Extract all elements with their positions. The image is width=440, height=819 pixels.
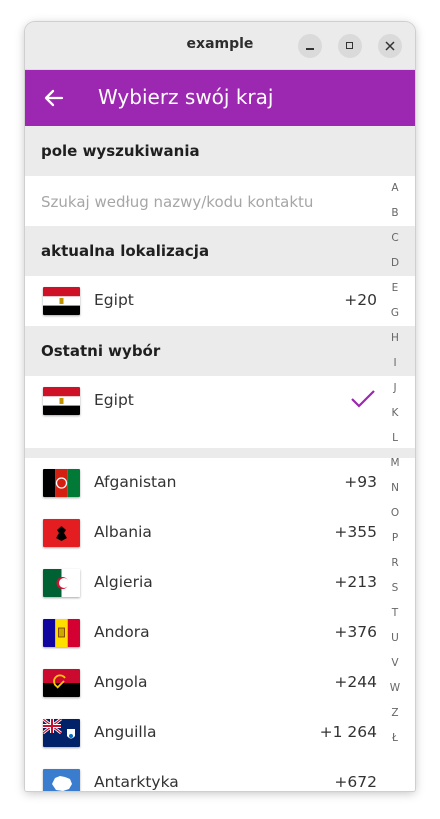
back-arrow-icon[interactable] [43, 87, 65, 109]
current-location-row[interactable]: Egipt +20 [25, 276, 415, 326]
flag-albania-icon [43, 519, 80, 547]
alphabet-letter[interactable]: V [385, 656, 405, 681]
alphabet-letter[interactable]: Ł [385, 731, 405, 756]
alphabet-letter[interactable]: J [385, 381, 405, 406]
alphabet-letter[interactable]: H [385, 331, 405, 356]
current-location-header: aktualna lokalizacja [25, 226, 415, 276]
alphabet-letter[interactable]: M [385, 456, 405, 481]
flag-anguilla-icon [43, 719, 80, 747]
alphabet-letter[interactable]: T [385, 606, 405, 631]
country-code: +244 [334, 673, 377, 691]
alphabet-letter[interactable]: I [385, 356, 405, 381]
alphabet-letter[interactable]: A [385, 181, 405, 206]
country-row[interactable]: Anguilla +1 264 [25, 708, 415, 758]
flag-egypt-icon [43, 287, 80, 315]
recent-selection-row[interactable]: Egipt [25, 376, 415, 448]
flag-algeria-icon [43, 569, 80, 597]
country-row[interactable]: Angola +244 [25, 658, 415, 708]
window-titlebar[interactable]: example [25, 22, 415, 70]
country-code: +355 [334, 523, 377, 541]
recent-section-header: Ostatni wybór [25, 326, 415, 376]
country-row[interactable]: Algieria +213 [25, 558, 415, 608]
page-title: Wybierz swój kraj [98, 85, 274, 109]
alphabet-letter[interactable]: S [385, 581, 405, 606]
list-divider [25, 448, 415, 458]
alphabet-letter[interactable]: D [385, 256, 405, 281]
app-bar: Wybierz swój kraj [25, 70, 415, 126]
country-row[interactable]: Antarktyka +672 [25, 758, 415, 791]
alphabet-letter[interactable]: U [385, 631, 405, 656]
country-name: Egipt [94, 291, 134, 309]
country-row[interactable]: Andora +376 [25, 608, 415, 658]
alphabet-letter[interactable]: P [385, 531, 405, 556]
alphabet-letter[interactable]: N [385, 481, 405, 506]
search-section-label: pole wyszukiwania [41, 142, 200, 160]
country-code: +93 [344, 473, 377, 491]
flag-angola-icon [43, 669, 80, 697]
country-row[interactable]: Afganistan +93 [25, 458, 415, 508]
flag-andorra-icon [43, 619, 80, 647]
country-name: Andora [94, 623, 150, 641]
alphabet-letter[interactable]: R [385, 556, 405, 581]
country-name: Afganistan [94, 473, 177, 491]
current-location-label: aktualna lokalizacja [41, 242, 210, 260]
country-picker: pole wyszukiwania aktualna lokalizacja E… [25, 126, 415, 791]
alphabet-letter[interactable]: K [385, 406, 405, 431]
alphabet-letter[interactable]: W [385, 681, 405, 706]
country-row[interactable]: Albania +355 [25, 508, 415, 558]
checkmark-icon [351, 390, 375, 408]
alphabet-letter[interactable]: C [385, 231, 405, 256]
search-input[interactable] [39, 188, 383, 216]
alphabet-letter[interactable]: E [385, 281, 405, 306]
alphabet-letter[interactable]: L [385, 431, 405, 456]
alphabet-letter[interactable]: O [385, 506, 405, 531]
alphabet-letter[interactable]: G [385, 306, 405, 331]
country-name: Albania [94, 523, 152, 541]
country-code: +20 [344, 291, 377, 309]
maximize-button[interactable] [338, 34, 362, 58]
country-name: Algieria [94, 573, 153, 591]
recent-section-label: Ostatni wybór [41, 342, 161, 360]
app-window: example Wybierz swój kraj pole wyszukiwa… [25, 22, 415, 791]
country-code: +672 [334, 773, 377, 791]
minimize-button[interactable] [298, 34, 322, 58]
country-code: +376 [334, 623, 377, 641]
alphabet-letter[interactable]: B [385, 206, 405, 231]
close-button[interactable] [378, 34, 402, 58]
search-section-header: pole wyszukiwania [25, 126, 415, 176]
country-code: +213 [334, 573, 377, 591]
country-name: Antarktyka [94, 773, 179, 791]
country-name: Angola [94, 673, 148, 691]
flag-afghanistan-icon [43, 469, 80, 497]
flag-egypt-icon [43, 387, 80, 415]
country-code: +1 264 [319, 723, 377, 741]
alphabet-index[interactable]: A B C D E G H I J K L M N O P R S T U V … [385, 181, 405, 756]
country-name: Anguilla [94, 723, 157, 741]
flag-antarctica-icon [43, 769, 80, 791]
close-icon [385, 41, 395, 51]
alphabet-letter[interactable]: Z [385, 706, 405, 731]
country-name: Egipt [94, 391, 134, 409]
search-box [25, 176, 415, 226]
